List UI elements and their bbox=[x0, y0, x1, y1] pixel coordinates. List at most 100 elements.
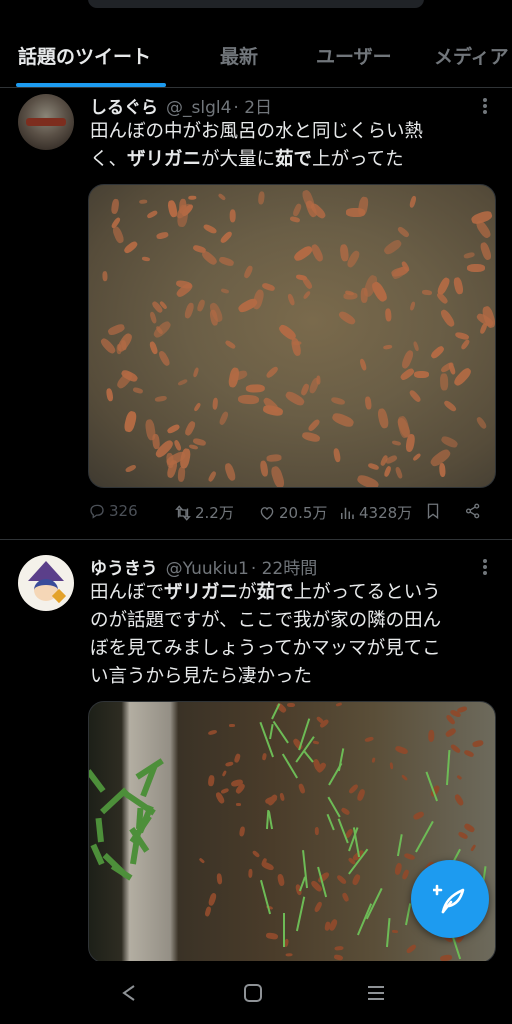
photo-detail bbox=[175, 279, 193, 290]
tweet-text-line: い言うから見たら凄かった bbox=[90, 666, 313, 687]
tab-top-tweets[interactable]: 話題のツイート bbox=[18, 42, 151, 69]
tweet-header: しるぐら @_slgl4 · 2日 bbox=[90, 93, 272, 118]
nav-home-button[interactable] bbox=[238, 979, 268, 1007]
photo-detail bbox=[394, 744, 409, 755]
tweet-text-line: のが話題ですが、ここで我が家の隣の田ん bbox=[90, 610, 442, 631]
photo-detail bbox=[182, 301, 195, 320]
photo-detail bbox=[217, 193, 227, 202]
photo-detail bbox=[429, 344, 446, 361]
photo-detail bbox=[99, 336, 118, 356]
text-span: が大量に bbox=[201, 149, 276, 170]
tab-users[interactable]: ユーザー bbox=[316, 42, 392, 69]
avatar[interactable] bbox=[18, 555, 74, 611]
photo-detail bbox=[412, 341, 420, 352]
photo-detail bbox=[242, 264, 254, 279]
photo-detail bbox=[259, 460, 270, 478]
photo-detail bbox=[452, 365, 474, 388]
photo-detail bbox=[166, 452, 174, 468]
photo-detail bbox=[342, 293, 358, 301]
photo-detail bbox=[315, 715, 325, 724]
reply-icon bbox=[90, 504, 104, 519]
photo-detail bbox=[422, 289, 434, 296]
handle[interactable]: @Yuukiu1 bbox=[166, 559, 249, 579]
photo-detail bbox=[457, 831, 469, 841]
photo-detail bbox=[447, 361, 457, 375]
photo-detail bbox=[392, 439, 402, 446]
tweet-photo[interactable] bbox=[88, 184, 496, 488]
photo-detail bbox=[286, 702, 296, 708]
photo-detail bbox=[262, 403, 284, 417]
tab-latest[interactable]: 最新 bbox=[220, 42, 258, 69]
photo-detail bbox=[413, 371, 429, 379]
avatar[interactable] bbox=[18, 94, 74, 150]
tweet[interactable]: しるぐら @_slgl4 · 2日 田んぼの中がお風呂の水と同じくらい熱 く、ザリガ… bbox=[0, 88, 512, 540]
photo-detail bbox=[367, 462, 380, 471]
nav-back-button[interactable] bbox=[114, 979, 144, 1007]
tweet-text-line: 田んぼでザリガニが茹で上がってるという bbox=[90, 579, 490, 607]
photo-detail bbox=[196, 298, 207, 313]
photo-detail bbox=[286, 292, 296, 307]
handle[interactable]: @_slgl4 bbox=[166, 98, 231, 118]
photo-detail bbox=[307, 376, 321, 395]
photo-detail bbox=[340, 807, 352, 817]
photo-detail bbox=[106, 323, 126, 337]
photo-detail bbox=[331, 410, 356, 429]
photo-detail bbox=[298, 783, 306, 795]
photo-detail bbox=[398, 366, 415, 381]
photo-detail bbox=[110, 863, 133, 881]
photo-detail bbox=[262, 753, 268, 761]
views-icon bbox=[341, 507, 354, 519]
retweet-button[interactable]: 2.2万 bbox=[174, 502, 234, 523]
photo-detail bbox=[220, 788, 230, 795]
bookmark-button[interactable] bbox=[424, 502, 445, 520]
photo-detail bbox=[204, 906, 213, 918]
compose-tweet-button[interactable] bbox=[411, 860, 489, 938]
photo-detail bbox=[382, 344, 393, 350]
timestamp[interactable]: · 22時間 bbox=[251, 559, 317, 579]
like-button[interactable]: 20.5万 bbox=[258, 502, 327, 523]
photo-detail bbox=[463, 749, 475, 758]
search-tabs: 話題のツイート 最新 ユーザー メディア bbox=[0, 0, 512, 88]
text-span: が bbox=[238, 582, 257, 603]
more-options-icon[interactable] bbox=[478, 557, 492, 577]
more-options-icon[interactable] bbox=[478, 96, 492, 116]
display-name[interactable]: ゆうきう bbox=[90, 559, 158, 579]
photo-detail bbox=[211, 397, 219, 410]
photo-detail bbox=[146, 209, 158, 219]
photo-detail bbox=[261, 282, 276, 292]
photo-detail bbox=[327, 796, 341, 818]
photo-detail bbox=[192, 367, 200, 378]
views-button[interactable]: 4328万 bbox=[338, 502, 412, 523]
heart-icon bbox=[260, 506, 274, 520]
tweet-text: 田んぼの中がお風呂の水と同じくらい熱 く、ザリガニが大量に茹で上がってた bbox=[90, 118, 490, 174]
photo-detail bbox=[401, 868, 410, 880]
timestamp[interactable]: · 2日 bbox=[233, 98, 272, 118]
tab-media[interactable]: メディア bbox=[434, 42, 509, 69]
photo-detail bbox=[340, 243, 350, 262]
photo-detail bbox=[408, 195, 418, 209]
photo-detail bbox=[351, 873, 362, 886]
share-icon bbox=[465, 503, 480, 519]
photo-detail bbox=[330, 396, 346, 407]
photo-detail bbox=[312, 740, 319, 745]
photo-detail bbox=[124, 463, 138, 474]
photo-detail bbox=[470, 844, 477, 852]
photo-detail bbox=[166, 423, 181, 435]
photo-detail bbox=[357, 196, 370, 217]
reply-button[interactable]: 326 bbox=[88, 502, 138, 520]
photo-detail bbox=[302, 289, 312, 300]
highlight-keyword: 茹で bbox=[275, 149, 313, 170]
photo-detail bbox=[412, 811, 425, 822]
display-name[interactable]: しるぐら bbox=[90, 98, 158, 118]
photo-detail bbox=[371, 757, 376, 764]
nav-menu-button[interactable] bbox=[361, 979, 391, 1007]
photo-detail bbox=[207, 470, 218, 483]
compose-tweet-icon bbox=[433, 884, 465, 914]
photo-detail bbox=[216, 873, 223, 885]
share-button[interactable] bbox=[464, 502, 485, 520]
photo-detail bbox=[208, 775, 216, 787]
photo-detail bbox=[300, 188, 316, 210]
photo-detail bbox=[307, 417, 322, 433]
photo-detail bbox=[327, 763, 343, 786]
photo-detail bbox=[207, 892, 218, 907]
